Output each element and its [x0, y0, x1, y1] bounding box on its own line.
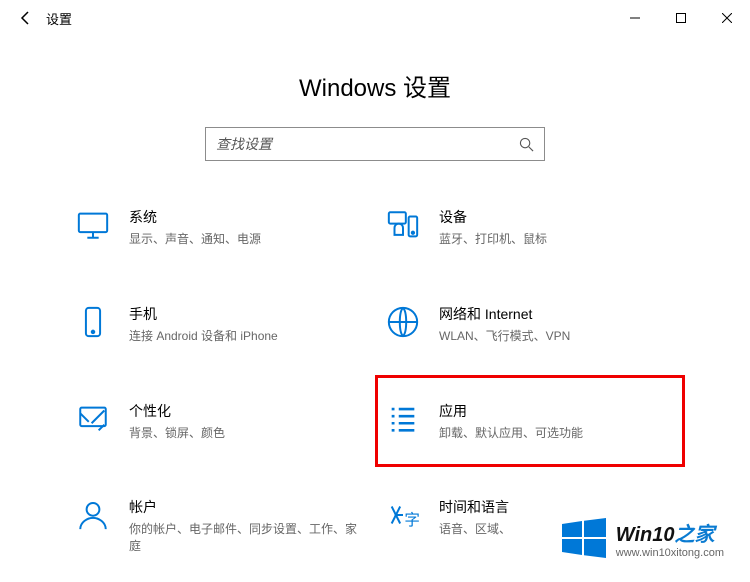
maximize-icon	[676, 13, 686, 23]
card-label: 应用	[439, 401, 675, 421]
maximize-button[interactable]	[658, 2, 704, 34]
card-label: 帐户	[129, 497, 365, 517]
window-controls	[612, 2, 750, 34]
card-sub: 卸载、默认应用、可选功能	[439, 425, 675, 442]
titlebar: 设置	[0, 0, 750, 36]
apps-list-icon	[385, 401, 421, 437]
card-personalization[interactable]: 个性化 背景、锁屏、颜色	[75, 401, 365, 442]
card-system[interactable]: 系统 显示、声音、通知、电源	[75, 207, 365, 248]
language-icon: 字	[385, 497, 421, 533]
card-apps[interactable]: 应用 卸载、默认应用、可选功能	[375, 375, 685, 468]
display-icon	[75, 207, 111, 243]
card-sub: 蓝牙、打印机、鼠标	[439, 231, 675, 248]
watermark-brand: Win10之家	[616, 518, 724, 547]
windows-logo-icon	[560, 514, 608, 562]
card-sub: WLAN、飞行模式、VPN	[439, 328, 675, 345]
devices-icon	[385, 207, 421, 243]
card-devices[interactable]: 设备 蓝牙、打印机、鼠标	[385, 207, 675, 248]
search-icon	[508, 137, 544, 152]
minimize-button[interactable]	[612, 2, 658, 34]
card-sub: 你的帐户、电子邮件、同步设置、工作、家庭	[129, 521, 365, 555]
card-sub: 连接 Android 设备和 iPhone	[129, 328, 365, 345]
card-label: 网络和 Internet	[439, 304, 675, 324]
card-phone[interactable]: 手机 连接 Android 设备和 iPhone	[75, 304, 365, 345]
page-title: Windows 设置	[40, 68, 710, 103]
close-icon	[722, 13, 732, 23]
close-button[interactable]	[704, 2, 750, 34]
card-label: 手机	[129, 304, 365, 324]
card-sub: 显示、声音、通知、电源	[129, 231, 365, 248]
watermark-url: www.win10xitong.com	[616, 547, 724, 559]
paintbrush-icon	[75, 401, 111, 437]
window-title: 设置	[46, 9, 72, 28]
person-icon	[75, 497, 111, 533]
card-network[interactable]: 网络和 Internet WLAN、飞行模式、VPN	[385, 304, 675, 345]
card-sub: 背景、锁屏、颜色	[129, 425, 365, 442]
card-label: 设备	[439, 207, 675, 227]
card-label: 系统	[129, 207, 365, 227]
card-accounts[interactable]: 帐户 你的帐户、电子邮件、同步设置、工作、家庭	[75, 497, 365, 555]
globe-icon	[385, 304, 421, 340]
phone-icon	[75, 304, 111, 340]
minimize-icon	[630, 13, 640, 23]
back-button[interactable]	[10, 2, 42, 34]
watermark: Win10之家 www.win10xitong.com	[560, 514, 724, 562]
card-label: 个性化	[129, 401, 365, 421]
search-box[interactable]	[205, 127, 545, 161]
search-input[interactable]	[206, 128, 508, 160]
svg-text:字: 字	[404, 511, 420, 529]
